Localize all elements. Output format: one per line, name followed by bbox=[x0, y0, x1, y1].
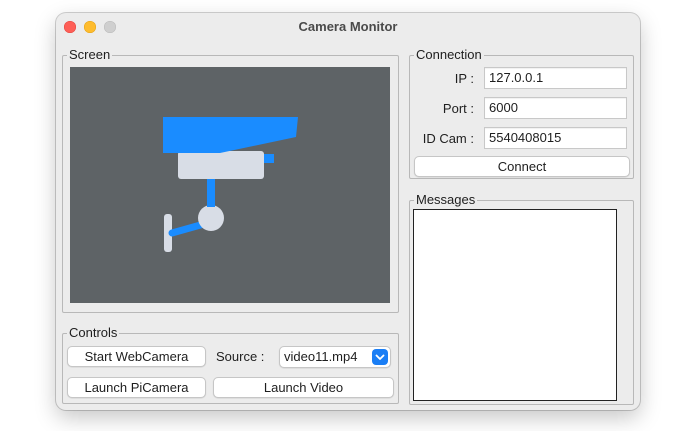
idcam-field[interactable]: 5540408015 bbox=[484, 127, 627, 149]
messages-area[interactable] bbox=[413, 209, 617, 401]
start-webcamera-button[interactable]: Start WebCamera bbox=[67, 346, 206, 367]
app-window: Camera Monitor Screen Controls Start Web… bbox=[56, 13, 640, 410]
screen-legend: Screen bbox=[67, 47, 113, 63]
idcam-label: ID Cam : bbox=[422, 131, 474, 146]
messages-legend: Messages bbox=[414, 192, 478, 208]
ip-label: IP : bbox=[454, 71, 474, 86]
chevron-down-icon[interactable] bbox=[372, 349, 388, 365]
launch-video-button[interactable]: Launch Video bbox=[213, 377, 394, 398]
controls-legend: Controls bbox=[67, 325, 120, 341]
port-label: Port : bbox=[442, 101, 474, 116]
source-select-value: video11.mp4 bbox=[284, 349, 358, 364]
port-field[interactable]: 6000 bbox=[484, 97, 627, 119]
camera-screen bbox=[70, 67, 390, 303]
source-select[interactable]: video11.mp4 bbox=[279, 346, 391, 368]
connect-button[interactable]: Connect bbox=[414, 156, 630, 177]
connection-legend: Connection bbox=[414, 47, 484, 63]
window-title: Camera Monitor bbox=[298, 19, 398, 34]
ip-field[interactable]: 127.0.0.1 bbox=[484, 67, 627, 89]
title-bar[interactable]: Camera Monitor bbox=[56, 13, 640, 41]
source-label: Source : bbox=[216, 349, 265, 364]
launch-picamera-button[interactable]: Launch PiCamera bbox=[67, 377, 206, 398]
security-camera-icon bbox=[163, 117, 298, 252]
